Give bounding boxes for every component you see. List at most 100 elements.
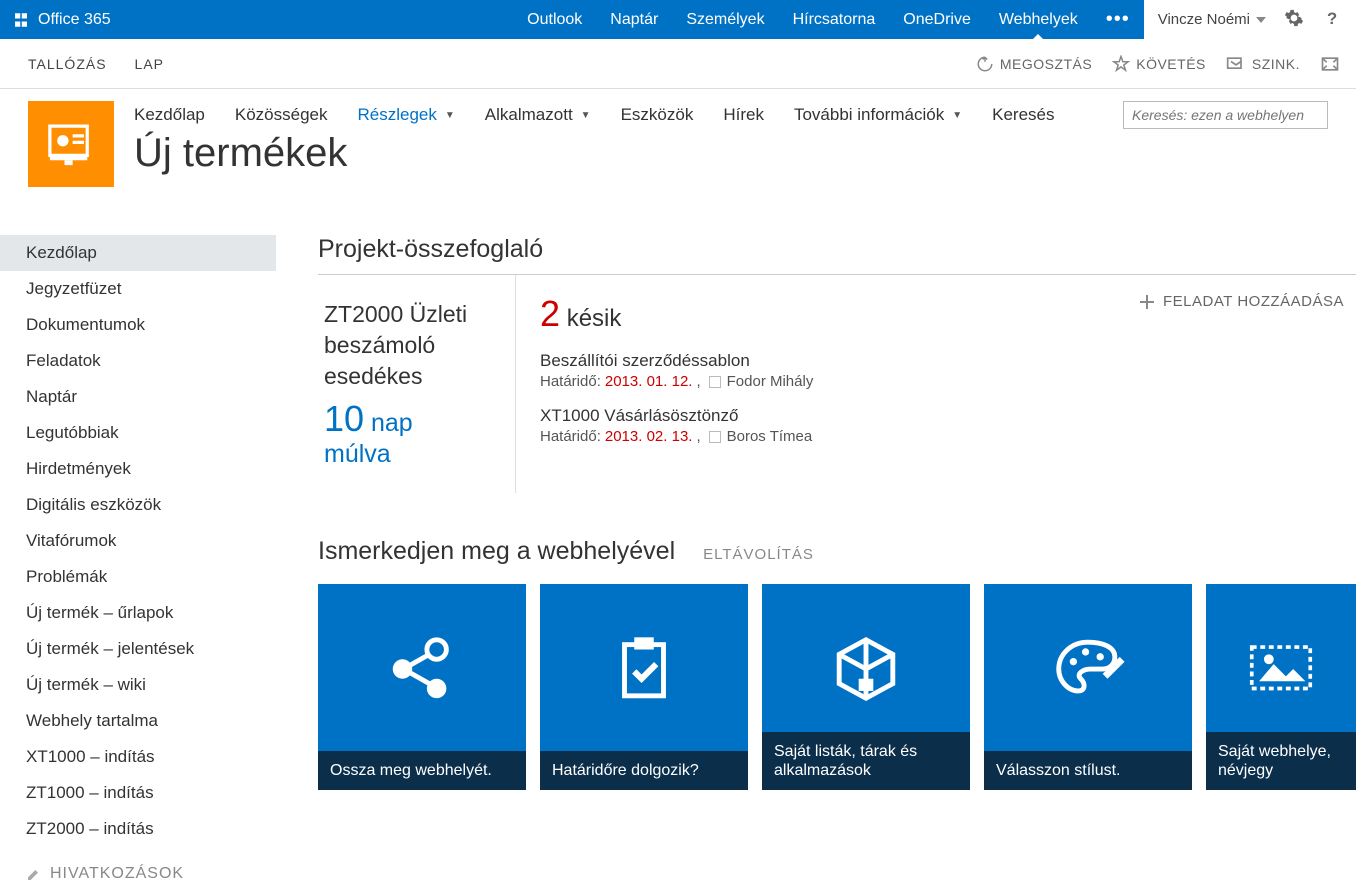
tile-lists[interactable]: Saját listák, tárak és alkalmazások xyxy=(762,584,970,790)
suite-app-newsfeed[interactable]: Hírcsatorna xyxy=(779,0,890,39)
suite-user-menu[interactable]: Vincze Noémi xyxy=(1158,11,1266,28)
task-meta: Határidő: 2013. 02. 13., Boros Tímea xyxy=(540,428,1332,445)
late-task[interactable]: Beszállítói szerződéssablon Határidő: 20… xyxy=(540,351,1332,390)
suite-app-outlook[interactable]: Outlook xyxy=(513,0,596,39)
fullscreen-button[interactable] xyxy=(1320,55,1340,73)
fullscreen-icon xyxy=(1320,55,1340,73)
task-name: Beszállítói szerződéssablon xyxy=(540,351,1332,371)
nav-home[interactable]: Kezdőlap xyxy=(134,105,205,125)
title-right: Kezdőlap Közösségek Részlegek ▼ Alkalmaz… xyxy=(134,101,1328,176)
suite-app-sites[interactable]: Webhelyek xyxy=(985,0,1092,39)
site-logo[interactable] xyxy=(28,101,114,187)
ql-zt1000[interactable]: ZT1000 – indítás xyxy=(0,775,276,811)
title-area: Kezdőlap Közösségek Részlegek ▼ Alkalmaz… xyxy=(0,89,1356,205)
plus-icon xyxy=(1139,294,1155,310)
ql-home[interactable]: Kezdőlap xyxy=(0,235,276,271)
ribbon-actions: MEGOSZTÁS KÖVETÉS SZINK. xyxy=(976,55,1356,73)
tile-share[interactable]: Ossza meg webhelyét. xyxy=(318,584,526,790)
ribbon: TALLÓZÁS LAP MEGOSZTÁS KÖVETÉS SZINK. xyxy=(0,39,1356,89)
tile-caption: Saját listák, tárak és alkalmazások xyxy=(762,732,970,790)
caret-down-icon[interactable]: ▼ xyxy=(952,110,962,121)
top-nav: Kezdőlap Közösségek Részlegek ▼ Alkalmaz… xyxy=(134,101,1328,129)
nav-communities[interactable]: Közösségek xyxy=(235,105,328,125)
ql-calendar[interactable]: Naptár xyxy=(0,379,276,415)
suite-logo[interactable]: Office 365 xyxy=(0,11,123,29)
sync-icon xyxy=(1226,55,1246,73)
suite-more-icon[interactable]: ••• xyxy=(1092,0,1144,39)
ql-documents[interactable]: Dokumentumok xyxy=(0,307,276,343)
late-task[interactable]: XT1000 Vásárlásösztönző Határidő: 2013. … xyxy=(540,406,1332,445)
task-meta: Határidő: 2013. 01. 12., Fodor Mihály xyxy=(540,373,1332,390)
ribbon-tab-page[interactable]: LAP xyxy=(135,56,164,72)
project-summary: FELADAT HOZZÁADÁSA ZT2000 Üzleti beszámo… xyxy=(318,274,1356,493)
search-input[interactable] xyxy=(1123,101,1328,129)
nav-tools[interactable]: Eszközök xyxy=(621,105,694,125)
image-icon xyxy=(1242,630,1320,708)
svg-text:?: ? xyxy=(1327,9,1337,28)
ql-tasks[interactable]: Feladatok xyxy=(0,343,276,379)
nav-moreinfo[interactable]: További információk xyxy=(794,105,944,125)
getstarted-header: Ismerkedjen meg a webhelyével ELTÁVOLÍTÁ… xyxy=(318,537,1356,566)
summary-upcoming: ZT2000 Üzleti beszámoló esedékes 10 nap … xyxy=(318,275,516,493)
user-presence-icon xyxy=(709,431,721,443)
palette-icon xyxy=(1049,630,1127,708)
share-button[interactable]: MEGOSZTÁS xyxy=(976,55,1092,73)
gear-icon[interactable] xyxy=(1284,8,1304,31)
ql-forums[interactable]: Vitafórumok xyxy=(0,523,276,559)
nav-employee[interactable]: Alkalmazott xyxy=(485,105,573,125)
suite-app-calendar[interactable]: Naptár xyxy=(596,0,672,39)
site-title: Új termékek xyxy=(134,131,1328,176)
tile-caption: Saját webhelye, névjegy xyxy=(1206,732,1356,790)
ribbon-tab-browse[interactable]: TALLÓZÁS xyxy=(28,56,107,72)
suite-app-people[interactable]: Személyek xyxy=(672,0,778,39)
ql-site-contents[interactable]: Webhely tartalma xyxy=(0,703,276,739)
suite-user-name: Vincze Noémi xyxy=(1158,11,1250,28)
nav-departments[interactable]: Részlegek xyxy=(358,105,437,125)
quick-launch: Kezdőlap Jegyzetfüzet Dokumentumok Felad… xyxy=(0,205,276,883)
ql-recent[interactable]: Legutóbbiak xyxy=(0,415,276,451)
ql-np-reports[interactable]: Új termék – jelentések xyxy=(0,631,276,667)
ql-issues[interactable]: Problémák xyxy=(0,559,276,595)
tile-brand[interactable]: Saját webhelye, névjegy xyxy=(1206,584,1356,790)
ql-notebook[interactable]: Jegyzetfüzet xyxy=(0,271,276,307)
getstarted-tiles: Ossza meg webhelyét. Határidőre dolgozik… xyxy=(318,584,1356,790)
ql-announcements[interactable]: Hirdetmények xyxy=(0,451,276,487)
getstarted-remove[interactable]: ELTÁVOLÍTÁS xyxy=(703,546,814,563)
tile-caption: Válasszon stílust. xyxy=(984,751,1192,790)
nav-search[interactable]: Keresés xyxy=(992,105,1054,125)
main-column: Projekt-összefoglaló FELADAT HOZZÁADÁSA … xyxy=(276,205,1356,883)
suite-app-onedrive[interactable]: OneDrive xyxy=(889,0,985,39)
caret-down-icon[interactable]: ▼ xyxy=(581,110,591,121)
ql-xt1000[interactable]: XT1000 – indítás xyxy=(0,739,276,775)
upcoming-text: ZT2000 Üzleti beszámoló esedékes xyxy=(324,299,485,392)
ql-links-heading[interactable]: HIVATKOZÁSOK xyxy=(0,847,276,883)
ql-zt2000[interactable]: ZT2000 – indítás xyxy=(0,811,276,847)
caret-down-icon[interactable]: ▼ xyxy=(445,110,455,121)
suite-apps: Outlook Naptár Személyek Hírcsatorna One… xyxy=(513,0,1144,39)
sync-button[interactable]: SZINK. xyxy=(1226,55,1300,73)
office-icon xyxy=(12,11,30,29)
suite-bar: Office 365 Outlook Naptár Személyek Hírc… xyxy=(0,0,1356,39)
ql-np-wiki[interactable]: Új termék – wiki xyxy=(0,667,276,703)
pencil-icon xyxy=(26,866,42,882)
tile-caption: Ossza meg webhelyét. xyxy=(318,751,526,790)
clipboard-check-icon xyxy=(605,630,683,708)
suite-user-area: Vincze Noémi ? xyxy=(1144,0,1356,39)
search-box xyxy=(1123,101,1328,129)
task-assignee: Fodor Mihály xyxy=(727,373,814,390)
task-assignee: Boros Tímea xyxy=(727,428,813,445)
ql-digital[interactable]: Digitális eszközök xyxy=(0,487,276,523)
follow-button[interactable]: KÖVETÉS xyxy=(1112,55,1206,73)
suite-brand: Office 365 xyxy=(38,11,111,29)
nav-news[interactable]: Hírek xyxy=(723,105,764,125)
add-task-button[interactable]: FELADAT HOZZÁADÁSA xyxy=(1139,293,1344,310)
tile-caption: Határidőre dolgozik? xyxy=(540,751,748,790)
tile-deadline[interactable]: Határidőre dolgozik? xyxy=(540,584,748,790)
ql-np-forms[interactable]: Új termék – űrlapok xyxy=(0,595,276,631)
tile-style[interactable]: Válasszon stílust. xyxy=(984,584,1192,790)
summary-heading: Projekt-összefoglaló xyxy=(318,235,1356,264)
share-icon xyxy=(383,630,461,708)
share-icon xyxy=(976,55,994,73)
help-icon[interactable]: ? xyxy=(1322,8,1342,31)
package-icon xyxy=(827,630,905,708)
